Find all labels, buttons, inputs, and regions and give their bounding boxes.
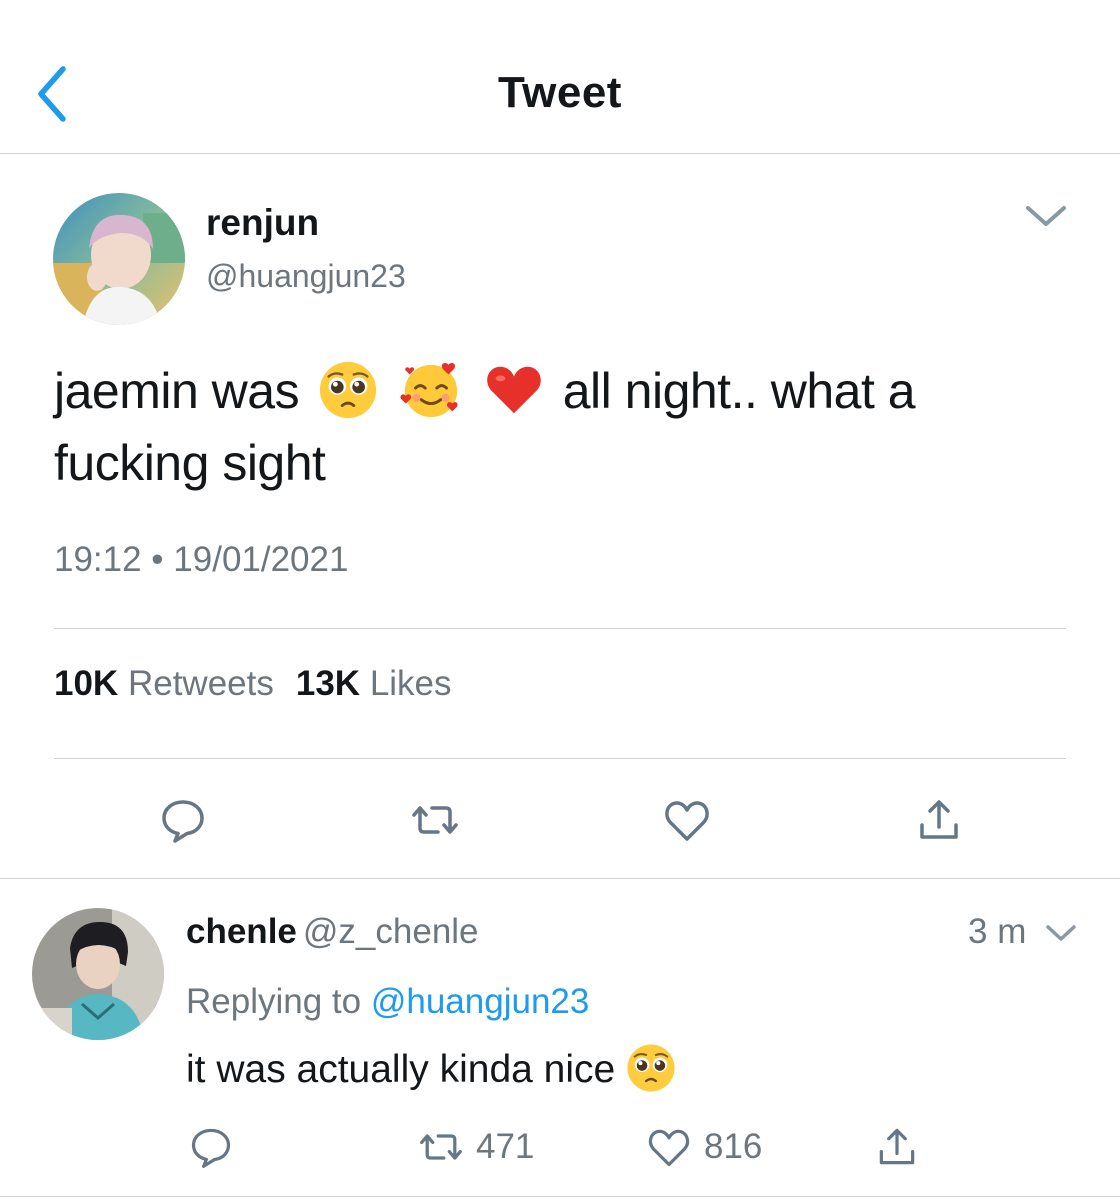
tweet-stats: 10K Retweets 13K Likes [54,664,474,704]
reply-like-button[interactable]: 816 [646,1124,762,1170]
pleading-face-emoji [317,359,379,421]
reply-author-name[interactable]: chenle [186,912,297,951]
retweets-label: Retweets [127,664,274,703]
reply-share-button[interactable] [874,1124,920,1170]
like-button[interactable] [662,795,712,845]
reply-time: 3 m [968,912,1027,951]
chevron-down-icon [1026,206,1066,226]
page-title: Tweet [498,68,622,117]
heart-icon [665,801,709,841]
share-icon [879,1128,915,1165]
reply-icon [191,1128,231,1168]
smiling-face-with-hearts-emoji [400,359,462,421]
author-handle[interactable]: @huangjun23 [206,258,406,295]
replying-to-handle-link[interactable]: @huangjun23 [371,982,590,1021]
share-icon [920,800,958,839]
top-bar: Tweet [0,0,1120,154]
author-avatar[interactable] [53,193,185,325]
reply-text-content: it was actually kinda nice [186,1048,616,1091]
reply-retweet-count: 471 [476,1127,535,1166]
reply-icon [162,800,204,843]
retweets-count: 10K [54,664,119,703]
share-button[interactable] [914,795,964,845]
reply-header: chenle @z_chenle [186,912,479,952]
retweet-icon [412,806,458,834]
reply-author-handle[interactable]: @z_chenle [303,912,479,951]
likes-stat[interactable]: 13K Likes [296,664,452,704]
retweets-stat[interactable]: 10K Retweets [54,664,274,704]
chevron-down-icon [1046,925,1076,941]
tweet-text: jaemin was all night.. what a fucking si… [54,355,1054,499]
replying-to: Replying to @huangjun23 [186,982,589,1022]
divider [54,628,1066,629]
author-name[interactable]: renjun [206,202,319,244]
reply-like-count: 816 [704,1127,763,1166]
red-heart-emoji [483,359,545,421]
retweet-icon [420,1134,462,1160]
tweet-text-before: jaemin was [54,363,300,419]
reply-button[interactable] [158,795,208,845]
divider [54,758,1066,759]
reply-menu-button[interactable] [1043,918,1079,948]
section-divider [0,878,1120,879]
tweet-menu-button[interactable] [1022,198,1070,234]
reply-author-avatar[interactable] [32,908,164,1040]
retweet-button[interactable] [410,795,460,845]
reply-reply-button[interactable] [188,1124,234,1170]
heart-icon [648,1129,690,1167]
section-divider [0,1196,1120,1197]
likes-label: Likes [369,664,452,703]
pleading-face-emoji [625,1042,677,1094]
replying-to-label: Replying to [186,982,362,1021]
tweet-timestamp: 19:12 • 19/01/2021 [54,540,349,579]
reply-retweet-button[interactable]: 471 [418,1124,534,1170]
likes-count: 13K [295,664,361,703]
reply-text: it was actually kinda nice [186,1044,677,1094]
